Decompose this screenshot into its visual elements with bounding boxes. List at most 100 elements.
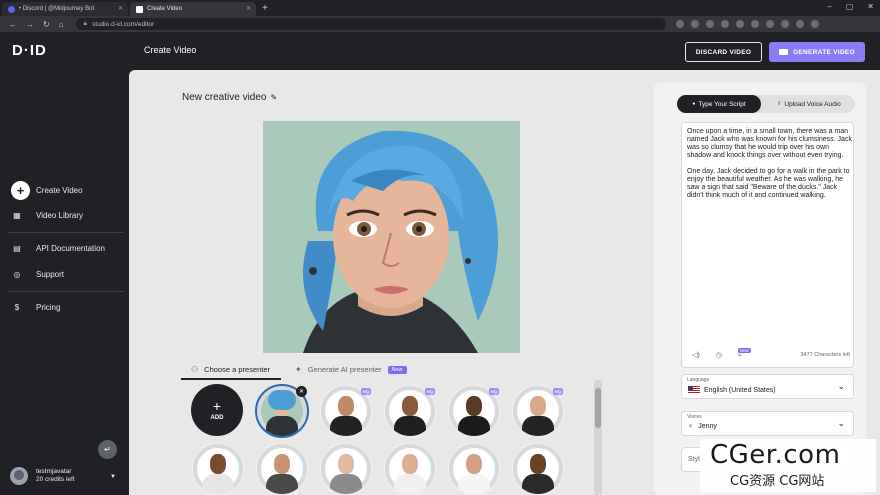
- tab-label: Type Your Script: [698, 100, 746, 108]
- sidebar-item-create-video[interactable]: + Create Video: [11, 181, 83, 200]
- presenter-face: [274, 454, 290, 474]
- script-textarea[interactable]: Once upon a time, in a small town, there…: [681, 122, 854, 368]
- plus-icon: +: [11, 181, 30, 200]
- presenter-face: [530, 454, 546, 474]
- page-title: Create Video: [144, 45, 197, 55]
- user-info: testmjavatar 20 credits left: [36, 468, 75, 484]
- extension-icon[interactable]: [705, 20, 714, 28]
- close-window-button[interactable]: ✕: [867, 2, 874, 11]
- presenter-body: [522, 474, 554, 494]
- presenter-thumbnail[interactable]: [447, 442, 501, 495]
- presenter-thumbnail[interactable]: [383, 442, 437, 495]
- extension-icon[interactable]: [780, 20, 789, 28]
- presenter-thumbnail[interactable]: [255, 442, 309, 495]
- collapse-sidebar-button[interactable]: ↵: [98, 440, 117, 459]
- sidebar-item-label: API Documentation: [36, 243, 105, 253]
- project-title[interactable]: New creative video ✎: [182, 92, 277, 103]
- sidebar-item-api-documentation[interactable]: ▤ API Documentation: [12, 243, 105, 253]
- user-account[interactable]: testmjavatar 20 credits left: [10, 467, 75, 485]
- presenter-face: [530, 396, 546, 416]
- close-tab-icon[interactable]: ✕: [118, 5, 123, 12]
- sidebar-item-label: Video Library: [36, 210, 83, 220]
- presenter-thumbnail[interactable]: [319, 442, 373, 495]
- did-favicon-icon: [136, 5, 143, 13]
- voices-select[interactable]: Voices ♀ Jenny ⌄: [681, 411, 854, 436]
- presenter-body: [202, 474, 234, 494]
- presenter-grid: + ADD ✕ HQ HQ HQ HQ: [181, 382, 601, 495]
- pencil-icon[interactable]: ✎: [270, 93, 277, 102]
- scrollbar-thumb[interactable]: [595, 388, 601, 428]
- presenter-face: [402, 454, 418, 474]
- browser-tab-discord[interactable]: • Discord | @Midjourney Bot ✕: [2, 2, 128, 16]
- presenter-tabs: ⚇ Choose a presenter ✦ Generate AI prese…: [181, 362, 601, 380]
- presenter-face: [402, 396, 418, 416]
- sidebar-item-pricing[interactable]: $ Pricing: [12, 302, 61, 312]
- home-icon[interactable]: ⌂: [59, 20, 64, 29]
- url-input[interactable]: 🔒︎ studio.d-id.com/editor: [75, 18, 666, 30]
- timer-icon[interactable]: ◷: [716, 351, 722, 359]
- discord-icon: [8, 5, 15, 13]
- new-badge: New: [387, 365, 407, 374]
- tab-generate-ai-presenter[interactable]: ✦ Generate AI presenter New: [295, 365, 407, 374]
- watermark-subtext: CG资源 CG网站: [730, 474, 825, 489]
- tab-upload-voice-audio[interactable]: ⇪ Upload Voice Audio: [763, 95, 855, 113]
- extension-icon[interactable]: [690, 20, 699, 28]
- pause-icon[interactable]: ≈: [738, 352, 742, 359]
- browser-tab-label: Create Video: [147, 6, 182, 12]
- add-presenter-button[interactable]: + ADD: [191, 384, 243, 436]
- editor-main: New creative video ✎ ⚇ Choose a presente…: [129, 70, 650, 495]
- presenter-grid-scrollbar[interactable]: [594, 380, 602, 495]
- chevron-down-icon[interactable]: ▼: [110, 474, 116, 480]
- extension-icon[interactable]: [765, 20, 774, 28]
- extension-icon[interactable]: [750, 20, 759, 28]
- discard-video-button[interactable]: DISCARD VIDEO: [685, 42, 762, 62]
- presenter-thumbnail[interactable]: [511, 442, 565, 495]
- voices-label: Voices: [687, 414, 702, 420]
- generate-video-label: GENERATE VIDEO: [793, 48, 855, 56]
- forward-arrow-icon[interactable]: →: [26, 20, 34, 29]
- remove-presenter-icon[interactable]: ✕: [296, 386, 307, 397]
- browser-tab-bar: • Discord | @Midjourney Bot ✕ Create Vid…: [0, 0, 880, 16]
- reload-icon[interactable]: ↻: [43, 20, 50, 29]
- minimize-button[interactable]: –: [827, 2, 831, 11]
- back-arrow-icon[interactable]: ←: [9, 20, 17, 29]
- dollar-icon: $: [14, 302, 20, 312]
- presenter-face: [466, 396, 482, 416]
- browser-tab-create-video[interactable]: Create Video ✕: [130, 2, 256, 16]
- language-select[interactable]: Language English (United States) ⌄: [681, 374, 854, 399]
- volume-icon[interactable]: ◁): [692, 351, 700, 359]
- tab-choose-presenter[interactable]: ⚇ Choose a presenter: [191, 365, 270, 374]
- url-text: studio.d-id.com/editor: [92, 20, 155, 28]
- app-header: D·ID Create Video DISCARD VIDEO GENERATE…: [0, 32, 880, 70]
- script-text: Once upon a time, in a small town, there…: [687, 128, 852, 199]
- maximize-button[interactable]: ▢: [846, 2, 854, 11]
- presenter-body: [266, 416, 298, 436]
- document-icon: ▤: [13, 243, 21, 253]
- extension-icon[interactable]: [720, 20, 729, 28]
- profile-icon[interactable]: [795, 20, 804, 28]
- menu-dots-icon[interactable]: [810, 20, 819, 28]
- presenter-thumbnail[interactable]: [191, 442, 245, 495]
- presenter-body: [266, 474, 298, 494]
- extension-icon[interactable]: [735, 20, 744, 28]
- tab-type-your-script[interactable]: ● Type Your Script: [677, 95, 761, 113]
- presenter-body: [394, 416, 426, 436]
- lock-icon: 🔒︎: [83, 20, 88, 27]
- presenter-preview-image: [263, 121, 520, 353]
- script-toolbar: ◁) ◷ ≈ New 3477 Characters left: [692, 347, 850, 359]
- new-tab-button[interactable]: +: [262, 2, 268, 16]
- sidebar-item-video-library[interactable]: ▦ Video Library: [12, 210, 83, 220]
- did-logo[interactable]: D·ID: [12, 42, 47, 59]
- extension-icon[interactable]: [675, 20, 684, 28]
- presenter-portrait-illustration: [263, 121, 520, 353]
- language-value: English (United States): [688, 386, 776, 394]
- presenter-body: [522, 416, 554, 436]
- close-tab-icon[interactable]: ✕: [246, 5, 251, 12]
- window-controls: – ▢ ✕: [827, 2, 874, 11]
- presenter-body: [458, 416, 490, 436]
- generate-video-button[interactable]: GENERATE VIDEO: [769, 42, 865, 62]
- sidebar-item-support[interactable]: ◎ Support: [12, 269, 65, 279]
- presenter-hair: [268, 390, 296, 410]
- upload-icon: ⇪: [777, 101, 782, 107]
- hq-badge: HQ: [361, 388, 371, 395]
